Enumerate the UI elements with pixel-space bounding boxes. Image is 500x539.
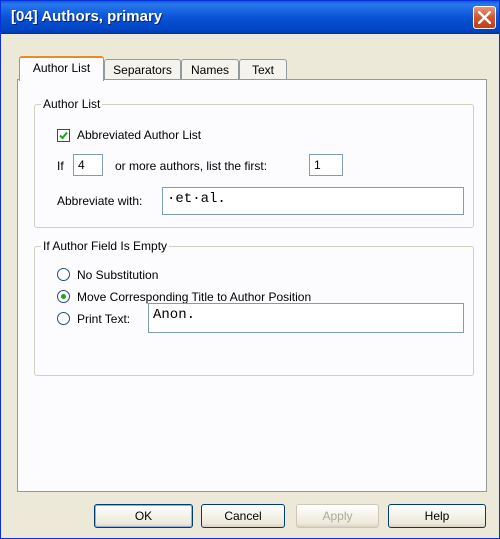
abbreviate-with-input[interactable]: ·et·al. <box>162 187 464 215</box>
no-substitution-label: No Substitution <box>77 268 159 282</box>
dialog-window: [04] Authors, primary Author List Separa… <box>0 0 500 539</box>
author-list-legend: Author List <box>41 97 103 111</box>
move-title-label: Move Corresponding Title to Author Posit… <box>77 290 312 304</box>
print-text-input[interactable]: Anon. <box>148 303 464 333</box>
or-more-authors-label: or more authors, list the first: <box>115 159 268 173</box>
tab-text[interactable]: Text <box>239 59 287 81</box>
ok-button[interactable]: OK <box>94 504 193 528</box>
cancel-button[interactable]: Cancel <box>201 504 285 528</box>
checkmark-icon <box>59 131 68 140</box>
no-substitution-radio[interactable] <box>57 268 70 281</box>
tab-panel-author-list: Author List Abbreviated Author List If 4… <box>17 79 487 492</box>
tab-names[interactable]: Names <box>181 59 239 81</box>
author-list-group: Author List Abbreviated Author List If 4… <box>34 97 474 228</box>
move-title-radio[interactable] <box>57 290 70 303</box>
empty-author-field-group: If Author Field Is Empty No Substitution… <box>34 239 474 376</box>
print-text-radio[interactable] <box>57 312 70 325</box>
list-first-input[interactable]: 1 <box>309 154 343 176</box>
empty-author-field-legend: If Author Field Is Empty <box>41 239 170 253</box>
min-authors-input[interactable]: 4 <box>73 154 103 176</box>
if-label: If <box>57 159 64 173</box>
window-title: [04] Authors, primary <box>11 8 163 25</box>
abbreviate-with-label: Abbreviate with: <box>57 194 143 208</box>
title-bar[interactable]: [04] Authors, primary <box>1 1 499 34</box>
apply-button[interactable]: Apply <box>296 504 379 528</box>
tab-separators[interactable]: Separators <box>104 59 181 81</box>
close-button[interactable] <box>473 6 496 29</box>
print-text-label: Print Text: <box>77 312 131 326</box>
close-icon <box>478 11 491 24</box>
tab-author-list[interactable]: Author List <box>19 56 104 81</box>
abbreviated-author-list-label: Abbreviated Author List <box>77 128 202 142</box>
abbreviated-author-list-checkbox[interactable] <box>57 129 70 142</box>
help-button[interactable]: Help <box>388 504 486 528</box>
